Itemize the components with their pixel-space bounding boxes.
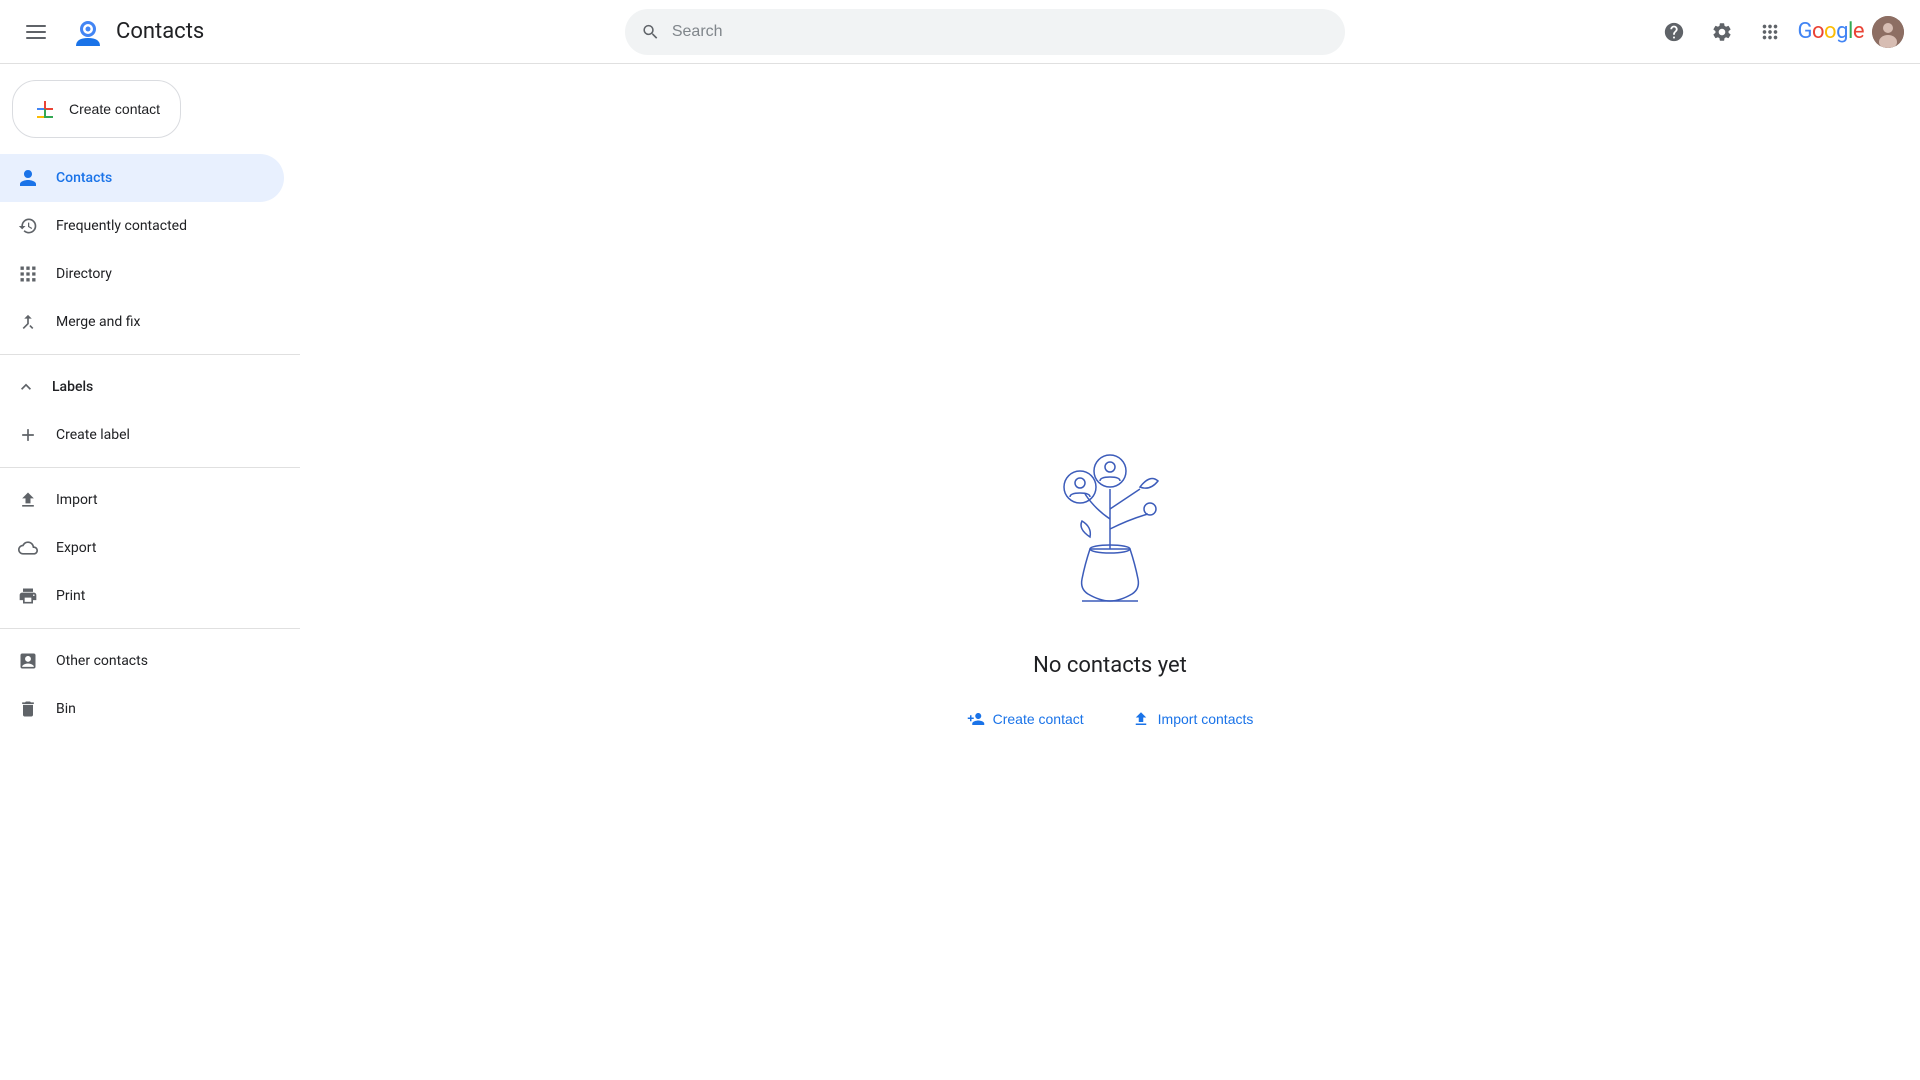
sidebar-item-merge-and-fix[interactable]: Merge and fix bbox=[0, 298, 284, 346]
empty-create-contact-button[interactable]: Create contact bbox=[955, 702, 1096, 736]
google-apps-button[interactable] bbox=[1750, 12, 1790, 52]
empty-state: No contacts yet Create contact Import co… bbox=[955, 409, 1266, 736]
sidebar-item-import[interactable]: Import bbox=[0, 476, 284, 524]
export-label: Export bbox=[56, 540, 96, 556]
user-avatar-image bbox=[1872, 16, 1904, 48]
contacts-logo-icon bbox=[68, 12, 108, 52]
empty-state-actions: Create contact Import contacts bbox=[955, 702, 1266, 736]
import-icon bbox=[16, 490, 40, 510]
empty-import-contacts-button[interactable]: Import contacts bbox=[1120, 702, 1266, 736]
sidebar-item-directory[interactable]: Directory bbox=[0, 250, 284, 298]
export-icon bbox=[16, 538, 40, 558]
bin-icon bbox=[16, 699, 40, 719]
directory-icon bbox=[16, 264, 40, 284]
print-label: Print bbox=[56, 588, 85, 604]
apps-grid-icon bbox=[1759, 21, 1781, 43]
main-content: No contacts yet Create contact Import co… bbox=[300, 64, 1920, 1080]
empty-state-illustration bbox=[1010, 409, 1210, 629]
search-input[interactable] bbox=[672, 23, 1329, 41]
directory-label: Directory bbox=[56, 266, 112, 282]
header: Contacts Google bbox=[0, 0, 1920, 64]
settings-icon bbox=[1711, 21, 1733, 43]
add-person-icon bbox=[967, 710, 985, 728]
search-container bbox=[625, 9, 1345, 55]
labels-section-label: Labels bbox=[52, 379, 93, 395]
sidebar-item-contacts[interactable]: Contacts bbox=[0, 154, 284, 202]
sidebar-item-export[interactable]: Export bbox=[0, 524, 284, 572]
header-left: Contacts bbox=[16, 12, 316, 52]
hamburger-icon bbox=[26, 22, 46, 42]
create-label-icon bbox=[16, 425, 40, 445]
search-icon bbox=[641, 22, 660, 42]
app-title: Contacts bbox=[116, 19, 204, 44]
print-icon bbox=[16, 586, 40, 606]
plus-multicolor-icon bbox=[33, 97, 57, 121]
sidebar-item-other-contacts[interactable]: Other contacts bbox=[0, 637, 284, 685]
create-label-text: Create label bbox=[56, 427, 130, 443]
settings-button[interactable] bbox=[1702, 12, 1742, 52]
frequently-contacted-label: Frequently contacted bbox=[56, 218, 187, 234]
hamburger-button[interactable] bbox=[16, 12, 56, 52]
import-label: Import bbox=[56, 492, 98, 508]
history-icon bbox=[16, 216, 40, 236]
sidebar-item-create-label[interactable]: Create label bbox=[0, 411, 284, 459]
plus-icon bbox=[33, 97, 57, 121]
search-bar bbox=[625, 9, 1345, 55]
other-contacts-icon bbox=[16, 651, 40, 671]
other-contacts-label: Other contacts bbox=[56, 653, 148, 669]
app-logo: Contacts bbox=[68, 12, 204, 52]
merge-and-fix-label: Merge and fix bbox=[56, 314, 140, 330]
empty-state-title: No contacts yet bbox=[1033, 653, 1187, 678]
sidebar-item-bin[interactable]: Bin bbox=[0, 685, 284, 733]
empty-import-contacts-label: Import contacts bbox=[1158, 711, 1254, 727]
chevron-up-icon bbox=[16, 377, 36, 397]
person-icon bbox=[16, 168, 40, 188]
labels-section-header[interactable]: Labels bbox=[0, 363, 300, 411]
nav-divider-2 bbox=[0, 467, 300, 468]
create-contact-label: Create contact bbox=[69, 101, 160, 117]
empty-create-contact-label: Create contact bbox=[993, 711, 1084, 727]
nav-divider-1 bbox=[0, 354, 300, 355]
nav-divider-3 bbox=[0, 628, 300, 629]
create-contact-button[interactable]: Create contact bbox=[12, 80, 181, 138]
bin-label: Bin bbox=[56, 701, 76, 717]
contacts-nav-label: Contacts bbox=[56, 170, 112, 186]
help-icon bbox=[1663, 21, 1685, 43]
help-button[interactable] bbox=[1654, 12, 1694, 52]
sidebar-item-print[interactable]: Print bbox=[0, 572, 284, 620]
header-right: Google bbox=[1654, 12, 1904, 52]
google-wordmark: Google bbox=[1798, 19, 1864, 44]
import-contacts-icon bbox=[1132, 710, 1150, 728]
sidebar-item-frequently-contacted[interactable]: Frequently contacted bbox=[0, 202, 284, 250]
avatar[interactable] bbox=[1872, 16, 1904, 48]
merge-icon bbox=[16, 312, 40, 332]
sidebar: Create contact Contacts Frequently conta… bbox=[0, 64, 300, 1080]
body-layout: Create contact Contacts Frequently conta… bbox=[0, 64, 1920, 1080]
